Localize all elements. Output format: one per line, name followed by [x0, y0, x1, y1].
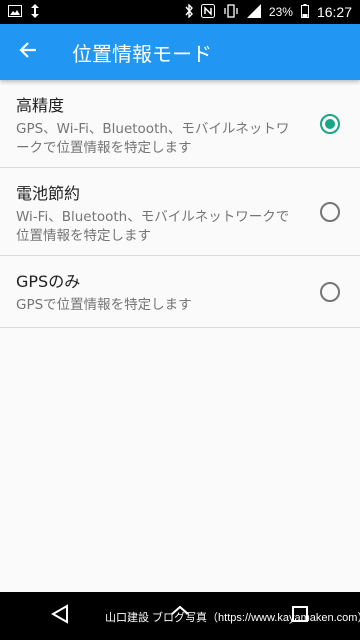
- nav-back-button[interactable]: [40, 596, 80, 636]
- arrow-left-icon: [19, 41, 37, 63]
- signal-icon: [246, 4, 261, 20]
- radio-button-selected[interactable]: [320, 114, 340, 134]
- clock: 16:27: [316, 4, 352, 20]
- option-gps-only[interactable]: GPSのみ GPSで位置情報を特定します: [0, 256, 360, 328]
- radio-button[interactable]: [320, 202, 340, 222]
- watermark-text: 山口建設 ブログ写真（https://www.kayamaken.com）: [105, 612, 360, 624]
- option-title: 電池節約: [16, 184, 81, 203]
- battery-percent: 23%: [268, 5, 293, 19]
- bluetooth-icon: [185, 3, 193, 20]
- page-title: 位置情報モード: [72, 41, 212, 66]
- option-title: GPSのみ: [16, 272, 81, 291]
- status-bar: 23% 16:27: [0, 0, 360, 24]
- battery-icon: [300, 4, 309, 20]
- usb-transfer-icon: [30, 4, 40, 20]
- back-button[interactable]: [0, 24, 56, 80]
- location-mode-list: 高精度 GPS、Wi-Fi、Bluetooth、モバイルネットワークで位置情報を…: [0, 80, 360, 328]
- image-icon: [8, 5, 22, 19]
- option-description: GPS、Wi-Fi、Bluetooth、モバイルネットワークで位置情報を特定しま…: [16, 121, 290, 156]
- radio-button[interactable]: [320, 282, 340, 302]
- nfc-icon: [200, 4, 215, 20]
- option-battery-saving[interactable]: 電池節約 Wi-Fi、Bluetooth、モバイルネットワークで位置情報を特定し…: [0, 168, 360, 256]
- option-high-accuracy[interactable]: 高精度 GPS、Wi-Fi、Bluetooth、モバイルネットワークで位置情報を…: [0, 80, 360, 168]
- triangle-back-icon: [50, 604, 69, 628]
- option-description: Wi-Fi、Bluetooth、モバイルネットワークで位置情報を特定します: [16, 209, 290, 244]
- vibrate-icon: [223, 4, 239, 20]
- option-description: GPSで位置情報を特定します: [16, 297, 192, 313]
- option-title: 高精度: [16, 96, 65, 115]
- app-bar: 位置情報モード: [0, 24, 360, 80]
